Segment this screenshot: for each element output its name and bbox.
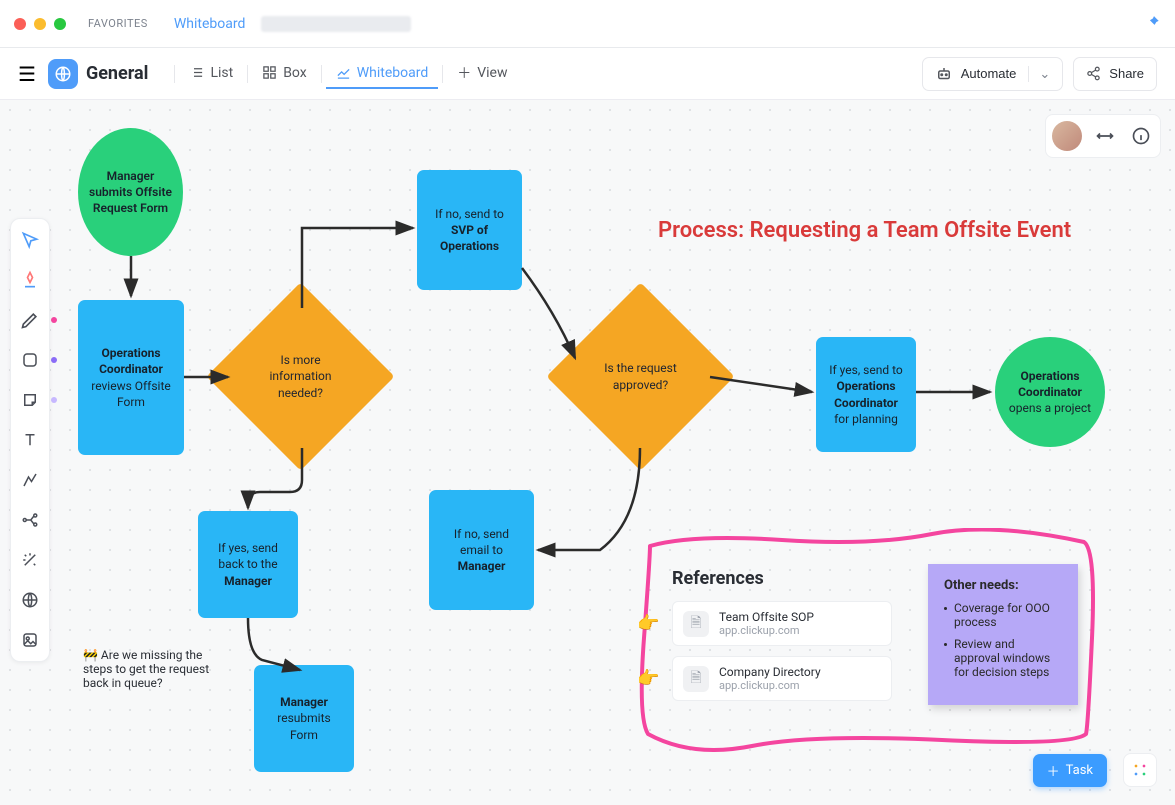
references-title: References — [672, 568, 892, 589]
window-traffic-lights[interactable] — [14, 18, 66, 30]
tab-add-view[interactable]: ＋ View — [447, 57, 517, 91]
space-title[interactable]: General — [86, 63, 149, 84]
tab-box[interactable]: Box — [252, 59, 317, 89]
tab-list-label: List — [210, 65, 233, 81]
node-resubmit-text: Manager resubmits Form — [264, 694, 344, 743]
node-decision-approved-text: Is the request approved? — [596, 360, 686, 392]
node-decision-info[interactable]: Is more information needed? — [206, 282, 394, 470]
canvas-comment[interactable]: 🚧 Are we missing the steps to get the re… — [83, 648, 218, 690]
share-label: Share — [1109, 66, 1144, 81]
pointing-hand-icon: 👉 — [637, 668, 659, 689]
node-back-to-manager-text: If yes, send back to the Manager — [208, 540, 288, 589]
new-task-label: Task — [1066, 763, 1093, 778]
node-back-to-manager[interactable]: If yes, send back to the Manager — [198, 511, 298, 618]
whiteboard-canvas[interactable]: Process: Requesting a Team Offsite Event… — [0, 100, 1175, 805]
node-start-text: Manager submits Offsite Request Form — [88, 168, 173, 217]
references-panel: References 👉 🗎 Team Offsite SOP app.clic… — [672, 568, 892, 711]
tool-pen[interactable] — [17, 307, 43, 333]
tool-magic[interactable] — [17, 547, 43, 573]
info-icon[interactable] — [1128, 123, 1154, 149]
window-titlebar: FAVORITES Whiteboard — [0, 0, 1175, 48]
tool-text[interactable] — [17, 427, 43, 453]
node-svp-text: If no, send to SVP of Operations — [427, 206, 512, 255]
tool-connector[interactable] — [17, 467, 43, 493]
node-resubmit[interactable]: Manager resubmits Form — [254, 665, 354, 772]
menu-icon[interactable]: ☰ — [18, 62, 36, 86]
reference-source: app.clickup.com — [719, 679, 821, 692]
tab-add-view-label: View — [477, 65, 507, 81]
tool-shapes-ai[interactable] — [17, 267, 43, 293]
chevron-down-icon[interactable]: ⌄ — [1028, 66, 1050, 82]
space-icon[interactable] — [48, 59, 78, 89]
robot-icon — [935, 65, 953, 83]
reference-source: app.clickup.com — [719, 624, 814, 637]
sticky-item: Coverage for OOO process — [944, 601, 1062, 629]
fit-width-icon[interactable] — [1092, 123, 1118, 149]
tab-whiteboard-label: Whiteboard — [357, 65, 429, 81]
node-decision-info-text: Is more information needed? — [256, 352, 346, 401]
document-icon: 🗎 — [683, 666, 709, 692]
app-launcher-icon[interactable] — [1123, 753, 1157, 787]
sticky-title: Other needs: — [944, 578, 1062, 593]
favorites-label: FAVORITES — [88, 17, 148, 30]
user-avatar[interactable] — [1052, 121, 1082, 151]
node-send-planning-text: If yes, send to Operations Coordinator f… — [826, 362, 906, 427]
share-button[interactable]: Share — [1073, 57, 1157, 91]
node-decision-approved[interactable]: Is the request approved? — [546, 282, 734, 470]
node-review-text: Operations Coordinator reviews Offsite F… — [88, 345, 174, 410]
share-icon — [1086, 66, 1101, 81]
view-header: ☰ General List Box Whiteboard ＋ View Aut… — [0, 48, 1175, 100]
node-deny-email[interactable]: If no, send email to Manager — [429, 490, 534, 610]
sticky-note[interactable]: Other needs: Coverage for OOO process Re… — [928, 564, 1078, 705]
breadcrumb-redacted — [261, 16, 411, 32]
automate-label: Automate — [961, 66, 1017, 81]
breadcrumb-whiteboard[interactable]: Whiteboard — [174, 16, 246, 32]
tab-list[interactable]: List — [179, 59, 243, 89]
zoom-window-icon[interactable] — [54, 18, 66, 30]
reference-item[interactable]: 👉 🗎 Company Directory app.clickup.com — [672, 656, 892, 701]
node-start[interactable]: Manager submits Offsite Request Form — [78, 128, 183, 256]
pointing-hand-icon: 👉 — [637, 613, 659, 634]
references-group[interactable]: References 👉 🗎 Team Offsite SOP app.clic… — [632, 528, 1102, 752]
reference-title: Team Offsite SOP — [719, 610, 814, 624]
plus-icon: ＋ — [457, 63, 471, 83]
sticky-item: Review and approval windows for decision… — [944, 637, 1062, 679]
reference-title: Company Directory — [719, 665, 821, 679]
tab-whiteboard[interactable]: Whiteboard — [326, 59, 439, 89]
tab-box-label: Box — [283, 65, 307, 81]
automate-button[interactable]: Automate ⌄ — [922, 57, 1064, 91]
whiteboard-icon — [336, 65, 351, 80]
box-icon — [262, 65, 277, 80]
node-end-text: Operations Coordinator opens a project — [1005, 368, 1095, 417]
tool-web[interactable] — [17, 587, 43, 613]
tool-mindmap[interactable] — [17, 507, 43, 533]
plus-icon: ＋ — [1047, 761, 1060, 780]
list-icon — [189, 65, 204, 80]
tool-cursor[interactable] — [17, 227, 43, 253]
pin-icon[interactable] — [1147, 15, 1161, 33]
close-window-icon[interactable] — [14, 18, 26, 30]
canvas-top-controls — [1045, 114, 1161, 158]
document-icon: 🗎 — [683, 611, 709, 637]
minimize-window-icon[interactable] — [34, 18, 46, 30]
node-deny-email-text: If no, send email to Manager — [439, 526, 524, 575]
new-task-button[interactable]: ＋ Task — [1033, 754, 1107, 787]
tool-image[interactable] — [17, 627, 43, 653]
node-end[interactable]: Operations Coordinator opens a project — [995, 337, 1105, 447]
node-review[interactable]: Operations Coordinator reviews Offsite F… — [78, 300, 184, 455]
node-send-planning[interactable]: If yes, send to Operations Coordinator f… — [816, 337, 916, 452]
reference-item[interactable]: 👉 🗎 Team Offsite SOP app.clickup.com — [672, 601, 892, 646]
tool-sticky[interactable] — [17, 387, 43, 413]
process-title[interactable]: Process: Requesting a Team Offsite Event — [658, 218, 1071, 243]
tool-shape[interactable] — [17, 347, 43, 373]
whiteboard-toolbar — [10, 218, 50, 662]
node-svp[interactable]: If no, send to SVP of Operations — [417, 170, 522, 290]
